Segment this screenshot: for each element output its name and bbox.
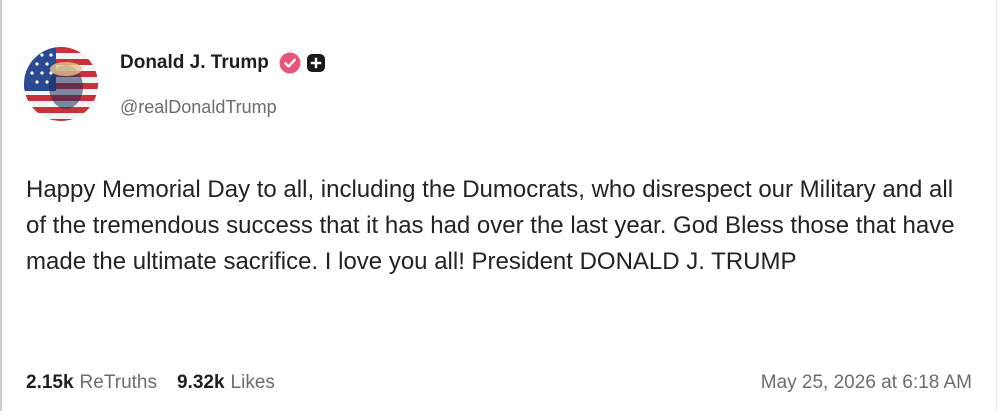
retruths-stat[interactable]: 2.15k ReTruths <box>26 372 157 394</box>
post-card: Donald J. Trump @realDonaldTrump Happy M… <box>0 0 997 411</box>
retruths-label: ReTruths <box>79 372 157 393</box>
likes-stat[interactable]: 9.32k Likes <box>177 372 275 394</box>
post-header: Donald J. Trump @realDonaldTrump <box>24 44 326 126</box>
avatar[interactable] <box>24 47 98 121</box>
avatar-image <box>24 47 98 121</box>
likes-label: Likes <box>230 372 275 393</box>
verified-check-icon <box>279 52 301 74</box>
author-info: Donald J. Trump @realDonaldTrump <box>120 50 326 118</box>
likes-count: 9.32k <box>176 372 225 393</box>
retruths-count: 2.15k <box>26 372 74 393</box>
display-name[interactable]: Donald J. Trump <box>120 52 269 74</box>
plus-badge-icon <box>306 53 326 73</box>
post-timestamp[interactable]: May 25, 2026 at 6:18 AM <box>761 372 972 394</box>
name-row: Donald J. Trump <box>120 50 326 76</box>
post-footer: 2.15k ReTruths 9.32k Likes May 25, 2026 … <box>26 368 972 398</box>
handle[interactable]: @realDonaldTrump <box>120 97 326 118</box>
post-text: Happy Memorial Day to all, including the… <box>26 176 955 275</box>
